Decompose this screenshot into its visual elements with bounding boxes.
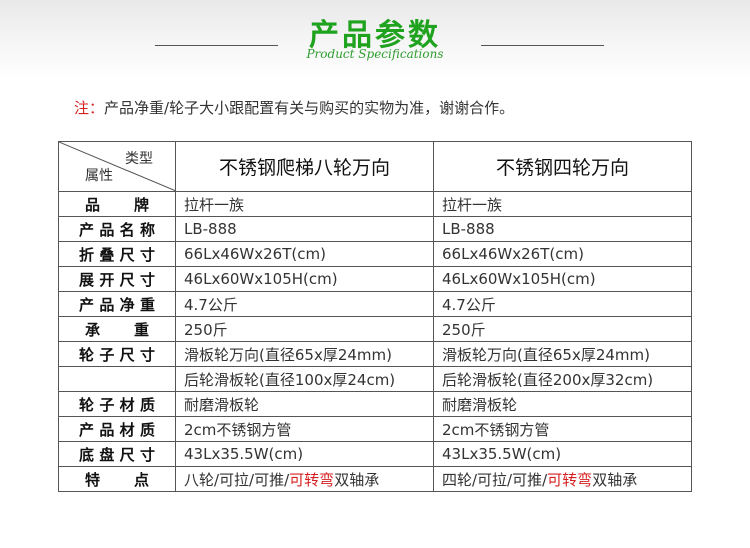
cell-b: 66Lx46Wx26T(cm) xyxy=(433,241,692,267)
table-row: 特 点 八轮/可拉/可推/可转弯双轴承 四轮/可拉/可推/可转弯双轴承 xyxy=(58,466,692,492)
feature-a-post: 双轴承 xyxy=(334,470,380,489)
cell-a: 46Lx60Wx105H(cm) xyxy=(175,266,434,292)
cell-b: 四轮/可拉/可推/可转弯双轴承 xyxy=(433,466,692,492)
cell-b: 4.7公斤 xyxy=(433,291,692,317)
cell-b: 滑板轮万向(直径65x厚24mm) xyxy=(433,341,692,367)
feature-a-highlight: 可转弯 xyxy=(289,470,335,489)
cell-a: LB-888 xyxy=(175,216,434,242)
row-label: 产品净重 xyxy=(58,291,176,317)
row-label: 轮子材质 xyxy=(58,391,176,417)
row-label: 产品名称 xyxy=(58,216,176,242)
cell-a: 拉杆一族 xyxy=(175,191,434,217)
table-row: 承 重 250斤 250斤 xyxy=(58,316,692,342)
page-subtitle: Product Specifications xyxy=(306,47,444,61)
notice-label: 注： xyxy=(74,99,105,117)
table-row: 产品材质 2cm不锈钢方管 2cm不锈钢方管 xyxy=(58,416,692,442)
feature-a-pre: 八轮/可拉/可推/ xyxy=(184,470,290,489)
cell-a: 后轮滑板轮(直径100x厚24cm) xyxy=(175,366,434,392)
row-label: 特 点 xyxy=(58,466,176,492)
table-row: 轮子尺寸 滑板轮万向(直径65x厚24mm) 滑板轮万向(直径65x厚24mm) xyxy=(58,341,692,367)
row-label: 轮子尺寸 xyxy=(58,341,176,367)
corner-type-label: 类型 xyxy=(125,151,153,167)
table-row: 底盘尺寸 43Lx35.5W(cm) 43Lx35.5W(cm) xyxy=(58,441,692,467)
table-row: 产品净重 4.7公斤 4.7公斤 xyxy=(58,291,692,317)
row-label: 产品材质 xyxy=(58,416,176,442)
corner-diagonal xyxy=(59,142,175,191)
cell-a: 250斤 xyxy=(175,316,434,342)
cell-b: 43Lx35.5W(cm) xyxy=(433,441,692,467)
cell-a: 4.7公斤 xyxy=(175,291,434,317)
feature-b-pre: 四轮/可拉/可推/ xyxy=(442,470,548,489)
table-row: 后轮滑板轮(直径100x厚24cm) 后轮滑板轮(直径200x厚32cm) xyxy=(58,366,692,392)
table-row: 折叠尺寸 66Lx46Wx26T(cm) 66Lx46Wx26T(cm) xyxy=(58,241,692,267)
notice: 注：产品净重/轮子大小跟配置有关与购买的实物为准，谢谢合作。 xyxy=(74,97,514,118)
cell-b: LB-888 xyxy=(433,216,692,242)
row-label: 展开尺寸 xyxy=(58,266,176,292)
cell-a: 2cm不锈钢方管 xyxy=(175,416,434,442)
product-header-b: 不锈钢四轮万向 xyxy=(433,141,692,192)
spec-table: 类型 属性 不锈钢爬梯八轮万向 不锈钢四轮万向 品 牌 拉杆一族 拉杆一族 产品… xyxy=(58,141,692,492)
corner-cell: 类型 属性 xyxy=(58,141,176,192)
table-row: 产品名称 LB-888 LB-888 xyxy=(58,216,692,242)
cell-a: 66Lx46Wx26T(cm) xyxy=(175,241,434,267)
cell-a: 八轮/可拉/可推/可转弯双轴承 xyxy=(175,466,434,492)
corner-attr-label: 属性 xyxy=(85,168,113,184)
cell-b: 2cm不锈钢方管 xyxy=(433,416,692,442)
row-label: 底盘尺寸 xyxy=(58,441,176,467)
cell-b: 后轮滑板轮(直径200x厚32cm) xyxy=(433,366,692,392)
table-row: 展开尺寸 46Lx60Wx105H(cm) 46Lx60Wx105H(cm) xyxy=(58,266,692,292)
table-header-row: 类型 属性 不锈钢爬梯八轮万向 不锈钢四轮万向 xyxy=(58,141,692,192)
cell-a: 43Lx35.5W(cm) xyxy=(175,441,434,467)
cell-a: 滑板轮万向(直径65x厚24mm) xyxy=(175,341,434,367)
cell-b: 拉杆一族 xyxy=(433,191,692,217)
row-label: 折叠尺寸 xyxy=(58,241,176,267)
row-label: 承 重 xyxy=(58,316,176,342)
cell-b: 46Lx60Wx105H(cm) xyxy=(433,266,692,292)
cell-b: 250斤 xyxy=(433,316,692,342)
cell-b: 耐磨滑板轮 xyxy=(433,391,692,417)
row-label xyxy=(58,366,176,392)
cell-a: 耐磨滑板轮 xyxy=(175,391,434,417)
feature-b-post: 双轴承 xyxy=(592,470,638,489)
table-row: 轮子材质 耐磨滑板轮 耐磨滑板轮 xyxy=(58,391,692,417)
row-label: 品 牌 xyxy=(58,191,176,217)
notice-text: 产品净重/轮子大小跟配置有关与购买的实物为准，谢谢合作。 xyxy=(104,99,515,117)
product-header-a: 不锈钢爬梯八轮万向 xyxy=(175,141,434,192)
feature-b-highlight: 可转弯 xyxy=(547,470,593,489)
table-row: 品 牌 拉杆一族 拉杆一族 xyxy=(58,191,692,217)
